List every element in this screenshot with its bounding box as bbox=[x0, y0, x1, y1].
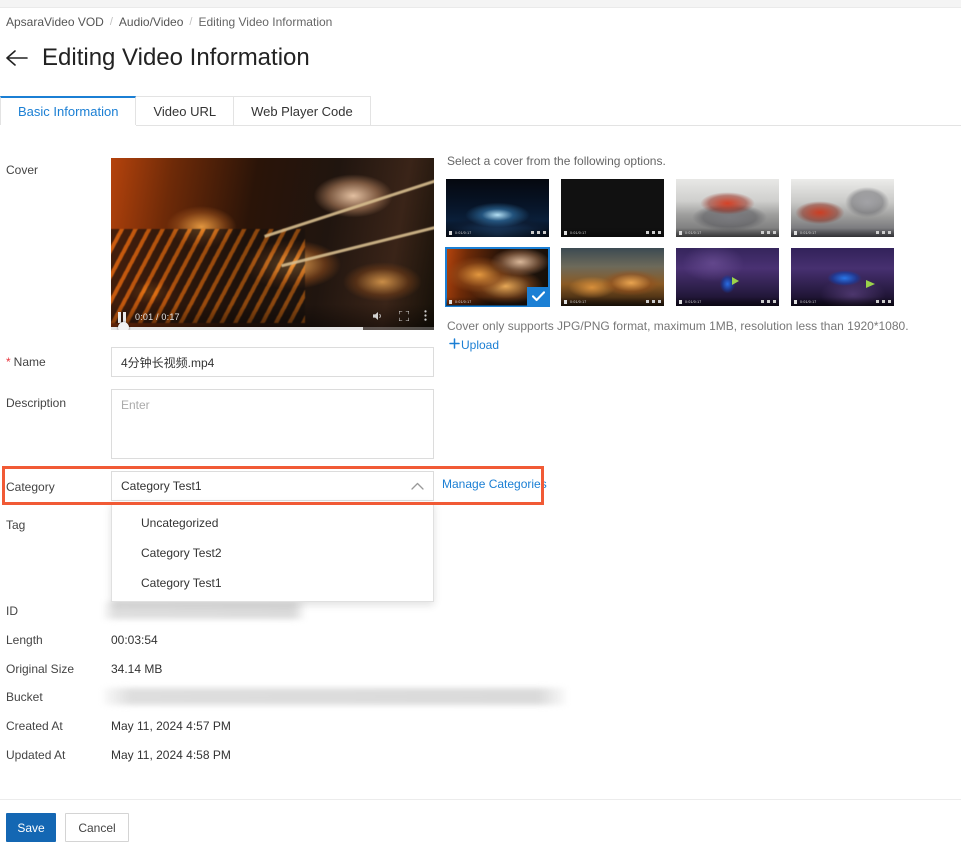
category-label: Category bbox=[6, 480, 55, 494]
footer-divider bbox=[0, 799, 961, 800]
page-title: Editing Video Information bbox=[42, 44, 310, 71]
page-header: Editing Video Information bbox=[6, 46, 310, 70]
name-input[interactable] bbox=[111, 347, 434, 377]
more-vertical-icon[interactable] bbox=[424, 310, 427, 324]
cover-thumb-7[interactable]: 0:01/0:17 bbox=[676, 248, 779, 306]
description-label: Description bbox=[6, 396, 67, 410]
cover-hint-text: Select a cover from the following option… bbox=[447, 154, 666, 168]
category-dropdown-list[interactable]: Uncategorized Category Test2 Category Te… bbox=[111, 502, 434, 602]
tag-label: Tag bbox=[6, 518, 26, 532]
required-marker: * bbox=[6, 355, 11, 369]
created-at-label: Created At bbox=[6, 719, 63, 733]
original-size-label: Original Size bbox=[6, 662, 75, 676]
fullscreen-icon[interactable] bbox=[398, 310, 410, 324]
tab-bar: Basic Information Video URL Web Player C… bbox=[0, 96, 961, 126]
volume-icon[interactable] bbox=[373, 310, 384, 324]
plus-icon bbox=[449, 338, 460, 352]
video-player[interactable]: 0:01 / 0:17 bbox=[111, 158, 434, 330]
thumb-controls: 0:01/0:17 bbox=[676, 228, 779, 237]
arrow-left-icon[interactable] bbox=[6, 47, 28, 69]
id-label: ID bbox=[6, 604, 18, 618]
breadcrumb: ApsaraVideo VOD / Audio/Video / Editing … bbox=[6, 15, 332, 29]
id-value-redacted bbox=[103, 602, 305, 619]
thumb-controls: 0:01/0:17 bbox=[561, 228, 664, 237]
length-value: 00:03:54 bbox=[111, 633, 158, 647]
chevron-up-icon bbox=[411, 479, 424, 493]
tab-web-player-code[interactable]: Web Player Code bbox=[233, 96, 371, 125]
cover-thumb-5[interactable]: 0:01/0:17 bbox=[445, 247, 550, 307]
category-option-1[interactable]: Category Test2 bbox=[112, 538, 433, 568]
cover-thumb-3[interactable]: 0:01/0:17 bbox=[676, 179, 779, 237]
description-input[interactable] bbox=[111, 389, 434, 459]
bucket-label: Bucket bbox=[6, 690, 43, 704]
cover-thumb-4[interactable]: 0:01/0:17 bbox=[791, 179, 894, 237]
breadcrumb-separator-1: / bbox=[189, 16, 193, 28]
cancel-button[interactable]: Cancel bbox=[65, 813, 129, 842]
category-option-2[interactable]: Category Test1 bbox=[112, 568, 433, 598]
upload-label: Upload bbox=[461, 338, 500, 352]
player-progress-bar[interactable] bbox=[111, 327, 434, 330]
player-time: 0:01 / 0:17 bbox=[135, 312, 180, 322]
player-progress-fill bbox=[111, 327, 363, 330]
cover-thumb-2[interactable]: 0:01/0:17 bbox=[561, 179, 664, 237]
thumb-controls: 0:01/0:17 bbox=[791, 297, 894, 306]
length-label: Length bbox=[6, 633, 43, 647]
category-select[interactable]: Category Test1 bbox=[111, 471, 434, 501]
cover-label: Cover bbox=[6, 163, 39, 177]
tab-basic-information[interactable]: Basic Information bbox=[0, 96, 137, 125]
updated-at-label: Updated At bbox=[6, 748, 66, 762]
fish-tail-shape bbox=[866, 280, 876, 289]
updated-at-value: May 11, 2024 4:58 PM bbox=[111, 748, 231, 762]
category-selected-value: Category Test1 bbox=[121, 479, 202, 493]
breadcrumb-separator-0: / bbox=[109, 16, 113, 28]
cover-format-note: Cover only supports JPG/PNG format, maxi… bbox=[447, 319, 909, 333]
created-at-value: May 11, 2024 4:57 PM bbox=[111, 719, 231, 733]
check-icon bbox=[527, 287, 549, 306]
save-button[interactable]: Save bbox=[6, 813, 56, 842]
top-chrome-strip bbox=[0, 0, 961, 8]
player-progress-handle[interactable] bbox=[118, 322, 129, 330]
cover-thumbnail-grid: 0:01/0:17 0:01/0:17 0:01/0:17 0:01/0:17 … bbox=[445, 179, 894, 307]
bucket-value-redacted bbox=[103, 688, 566, 705]
upload-cover-button[interactable]: Upload bbox=[449, 338, 499, 352]
cover-thumb-1[interactable]: 0:01/0:17 bbox=[446, 179, 549, 237]
thumb-controls: 0:01/0:17 bbox=[446, 228, 549, 237]
thumb-controls: 0:01/0:17 bbox=[791, 228, 894, 237]
original-size-value: 34.14 MB bbox=[111, 662, 163, 676]
name-label-text: Name bbox=[13, 355, 46, 369]
thumb-controls: 0:01/0:17 bbox=[676, 297, 779, 306]
category-option-0[interactable]: Uncategorized bbox=[112, 508, 433, 538]
cover-thumb-6[interactable]: 0:01/0:17 bbox=[561, 248, 664, 306]
breadcrumb-item-1[interactable]: Audio/Video bbox=[119, 15, 184, 29]
fish-tail-shape bbox=[731, 277, 739, 285]
breadcrumb-item-0[interactable]: ApsaraVideo VOD bbox=[6, 15, 104, 29]
cover-thumb-8[interactable]: 0:01/0:17 bbox=[791, 248, 894, 306]
manage-categories-link[interactable]: Manage Categories bbox=[442, 477, 547, 491]
breadcrumb-item-2: Editing Video Information bbox=[198, 15, 333, 29]
name-label: * Name bbox=[6, 355, 46, 369]
thumb-controls: 0:01/0:17 bbox=[561, 297, 664, 306]
pause-icon[interactable] bbox=[118, 311, 127, 323]
tab-video-url[interactable]: Video URL bbox=[135, 96, 235, 125]
